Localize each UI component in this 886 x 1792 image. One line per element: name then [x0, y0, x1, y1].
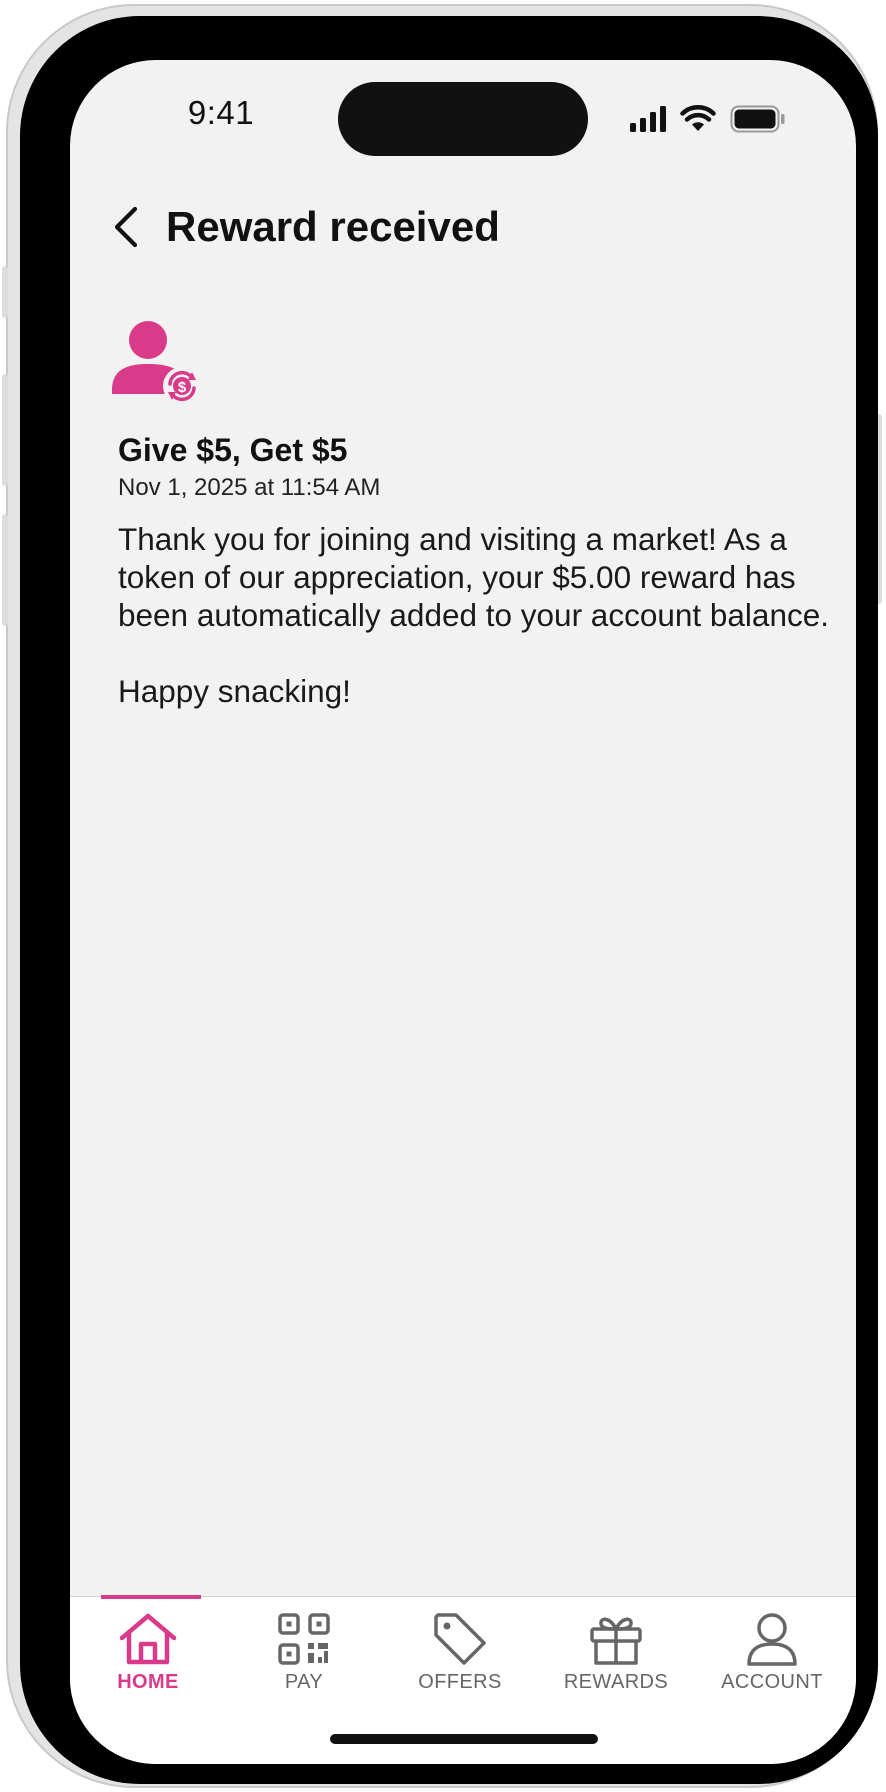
tab-account[interactable]: ACCOUNT — [694, 1597, 850, 1707]
header: Reward received — [70, 190, 856, 260]
tab-pay-label: PAY — [284, 1671, 324, 1693]
page-title: Reward received — [166, 203, 500, 250]
tab-home[interactable]: HOME — [70, 1595, 226, 1707]
home-indicator[interactable] — [330, 1734, 598, 1744]
phone-bezel: 9:41 Reward received $ Give $5, Get $5 N… — [20, 16, 878, 1784]
tab-account-label: ACCOUNT — [721, 1671, 823, 1693]
dynamic-island — [338, 82, 588, 156]
action-button — [2, 266, 8, 318]
active-tab-indicator — [101, 1595, 201, 1599]
chevron-left-icon — [114, 206, 138, 248]
qr-code-icon — [278, 1613, 330, 1665]
battery-icon — [730, 105, 785, 133]
user-dollar-icon: $ — [112, 321, 201, 405]
reward-date: Nov 1, 2025 at 11:54 AM — [118, 474, 381, 501]
screen: 9:41 Reward received $ Give $5, Get $5 N… — [70, 60, 856, 1764]
phone-frame: 9:41 Reward received $ Give $5, Get $5 N… — [2, 4, 882, 1788]
tag-icon — [434, 1613, 486, 1665]
reward-icon: $ — [112, 320, 208, 410]
reward-title: Give $5, Get $5 — [118, 432, 348, 468]
tab-offers[interactable]: OFFERS — [382, 1597, 538, 1707]
tab-offers-label: OFFERS — [418, 1671, 502, 1693]
tab-rewards[interactable]: REWARDS — [538, 1597, 694, 1707]
tab-pay[interactable]: PAY — [226, 1597, 382, 1707]
user-icon — [747, 1613, 797, 1666]
reward-message-closing: Happy snacking! — [118, 673, 351, 709]
tab-home-label: HOME — [117, 1671, 179, 1693]
cellular-signal-icon — [630, 106, 666, 132]
gift-icon — [590, 1617, 642, 1665]
reward-message-paragraph: Thank you for joining and visiting a mar… — [118, 521, 829, 633]
wifi-icon — [680, 105, 716, 131]
reward-message: Thank you for joining and visiting a mar… — [118, 520, 838, 710]
volume-up-button — [2, 374, 8, 486]
status-time: 9:41 — [187, 94, 255, 131]
home-icon — [119, 1613, 177, 1665]
status-icons — [630, 102, 806, 136]
volume-down-button — [2, 514, 8, 626]
tab-rewards-label: REWARDS — [563, 1671, 669, 1693]
back-button[interactable] — [100, 198, 152, 256]
svg-text:$: $ — [178, 379, 187, 396]
